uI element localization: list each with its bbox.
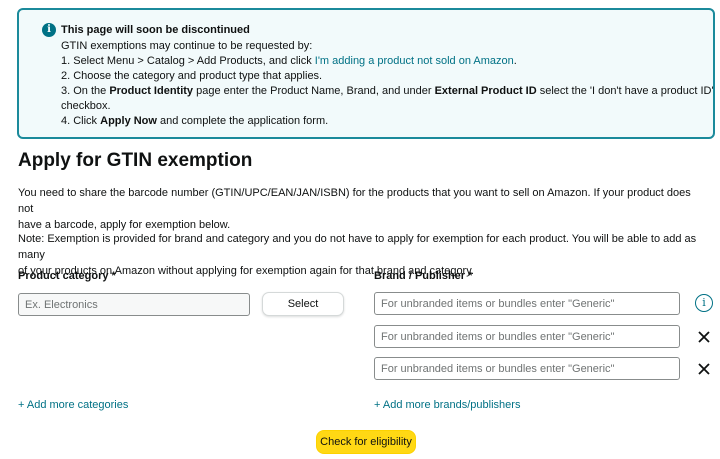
brand-input-1[interactable] — [374, 292, 680, 315]
exemption-note-line-1: Note: Exemption is provided for brand an… — [18, 233, 697, 261]
notice-step-1-suffix: . — [513, 55, 517, 67]
notice-step-2: 2. Choose the category and product type … — [61, 70, 323, 82]
notice-step-3-bold-external-id: External Product ID — [434, 85, 537, 97]
notice-step-3-bold-product-identity: Product Identity — [109, 85, 194, 97]
brand-publisher-label: Brand / Publisher * — [374, 270, 473, 282]
barcode-description-line-1: You need to share the barcode number (GT… — [18, 187, 691, 215]
page-title: Apply for GTIN exemption — [18, 150, 253, 171]
notice-step-3-continued: checkbox. — [61, 100, 111, 112]
notice-step-3-mid: page enter the Product Name, Brand, and … — [193, 85, 435, 97]
discontinued-notice: i This page will soon be discontinued GT… — [17, 8, 715, 139]
info-icon: i — [42, 23, 56, 37]
notice-step-4-bold: Apply Now — [100, 115, 157, 127]
notice-step-4: 4. Click Apply Now and complete the appl… — [61, 114, 328, 129]
brand-input-2[interactable] — [374, 325, 680, 348]
not-sold-on-amazon-link[interactable]: I'm adding a product not sold on Amazon — [315, 55, 514, 67]
product-category-label: Product category * — [18, 270, 116, 282]
notice-intro: GTIN exemptions may continue to be reque… — [61, 40, 313, 52]
close-icon[interactable] — [697, 330, 711, 344]
brand-input-3[interactable] — [374, 357, 680, 380]
close-icon[interactable] — [697, 362, 711, 376]
check-eligibility-button[interactable]: Check for eligibility — [316, 430, 416, 454]
notice-step-4-suffix: and complete the application form. — [156, 115, 329, 127]
add-more-categories-link[interactable]: + Add more categories — [18, 399, 128, 411]
notice-step-3-suffix: select the 'I don't have a product ID' — [536, 85, 714, 97]
add-more-brands-link[interactable]: + Add more brands/publishers — [374, 399, 520, 411]
notice-step-4-text: 4. Click — [61, 115, 101, 127]
exemption-note-line-2: of your products on Amazon without apply… — [18, 265, 474, 277]
notice-title: This page will soon be discontinued — [61, 24, 250, 36]
product-category-input[interactable] — [18, 293, 250, 316]
notice-step-3: 3. On the Product Identity page enter th… — [61, 84, 714, 99]
info-icon[interactable]: i — [695, 294, 713, 312]
notice-step-1-text: 1. Select Menu > Catalog > Add Products,… — [61, 55, 315, 67]
notice-step-3-text: 3. On the — [61, 85, 110, 97]
exemption-note: Note: Exemption is provided for brand an… — [18, 231, 708, 279]
barcode-description: You need to share the barcode number (GT… — [18, 185, 708, 233]
select-category-button[interactable]: Select — [262, 292, 344, 316]
notice-step-1: 1. Select Menu > Catalog > Add Products,… — [61, 54, 517, 69]
